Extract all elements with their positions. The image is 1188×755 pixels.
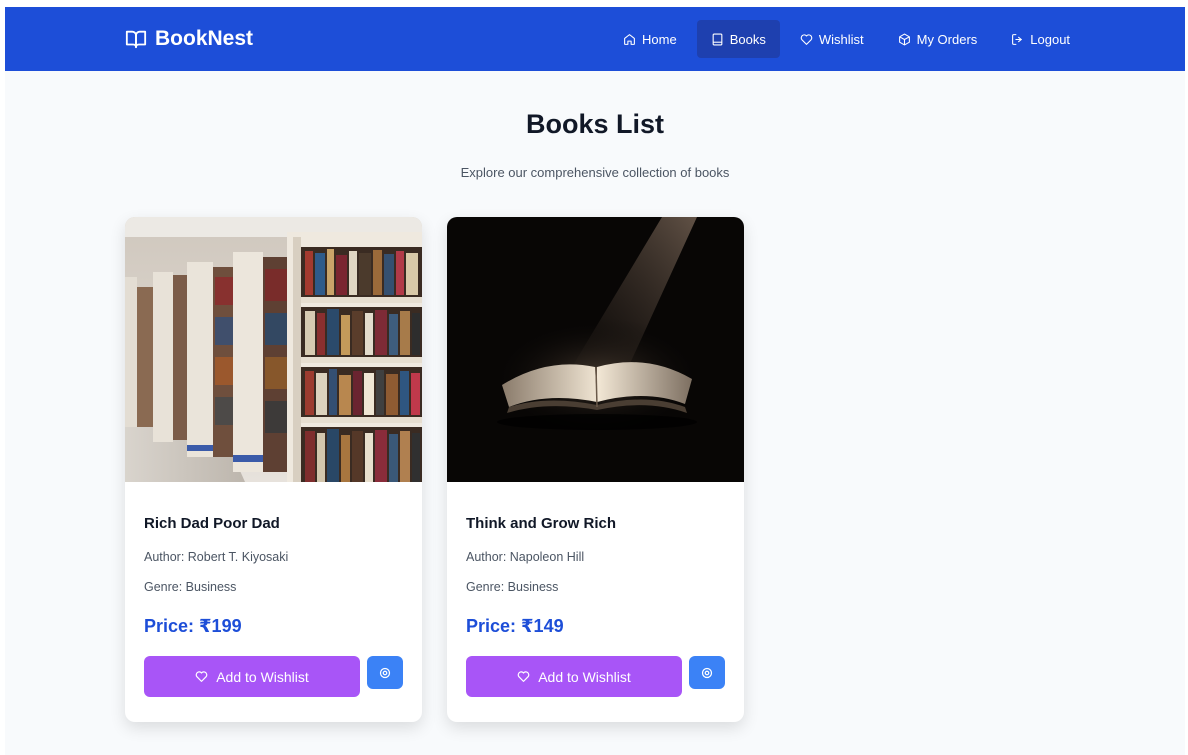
nav-my-orders-label: My Orders — [916, 31, 978, 47]
book-title: Rich Dad Poor Dad — [144, 515, 280, 532]
main-nav: Home Books Wishlist My Orders Logout — [609, 20, 1084, 58]
nav-logout-label: Logout — [1030, 31, 1071, 47]
home-icon — [624, 33, 635, 45]
book-title: Think and Grow Rich — [466, 515, 617, 532]
heart-icon — [800, 33, 813, 45]
nav-my-orders[interactable]: My Orders — [884, 20, 992, 58]
view-details-button[interactable] — [367, 656, 403, 689]
package-icon — [898, 33, 910, 45]
heart-icon — [517, 671, 530, 682]
add-to-wishlist-button[interactable]: Add to Wishlist — [466, 656, 682, 697]
navbar: BookNest Home Books Wishlist My Orders L… — [5, 7, 1185, 71]
book-cover-image — [447, 217, 744, 482]
book-icon — [712, 33, 723, 45]
book-genre: Genre: Business — [144, 580, 237, 594]
brand-logo[interactable]: BookNest — [125, 7, 253, 71]
add-to-wishlist-label: Add to Wishlist — [216, 668, 309, 685]
nav-books[interactable]: Books — [696, 20, 780, 58]
logout-icon — [1012, 33, 1023, 45]
brand-name: BookNest — [155, 27, 254, 50]
nav-books-label: Books — [729, 31, 766, 47]
nav-home[interactable]: Home — [609, 20, 691, 58]
page-title: Books List — [525, 109, 665, 139]
book-card: Think and Grow Rich Author: Napoleon Hil… — [447, 217, 744, 722]
nav-wishlist-label: Wishlist — [818, 31, 864, 47]
book-author: Author: Napoleon Hill — [466, 550, 585, 564]
view-details-button[interactable] — [689, 656, 725, 689]
nav-logout[interactable]: Logout — [997, 20, 1084, 58]
add-to-wishlist-label: Add to Wishlist — [538, 668, 631, 685]
app-frame: BookNest Home Books Wishlist My Orders L… — [5, 7, 1185, 755]
heart-icon — [195, 671, 208, 682]
nav-home-label: Home — [642, 31, 677, 47]
book-price: Price: ₹149 — [466, 616, 564, 636]
book-card: Rich Dad Poor Dad Author: Robert T. Kiyo… — [125, 217, 422, 722]
book-genre: Genre: Business — [466, 580, 559, 594]
nav-wishlist[interactable]: Wishlist — [786, 20, 878, 58]
book-author: Author: Robert T. Kiyosaki — [144, 550, 289, 564]
eye-icon — [379, 667, 391, 678]
book-price: Price: ₹199 — [144, 616, 242, 636]
book-cover-image — [125, 217, 422, 482]
add-to-wishlist-button[interactable]: Add to Wishlist — [144, 656, 360, 697]
page-subtitle: Explore our comprehensive collection of … — [460, 165, 730, 180]
open-book-icon — [125, 30, 147, 49]
eye-icon — [701, 667, 713, 678]
